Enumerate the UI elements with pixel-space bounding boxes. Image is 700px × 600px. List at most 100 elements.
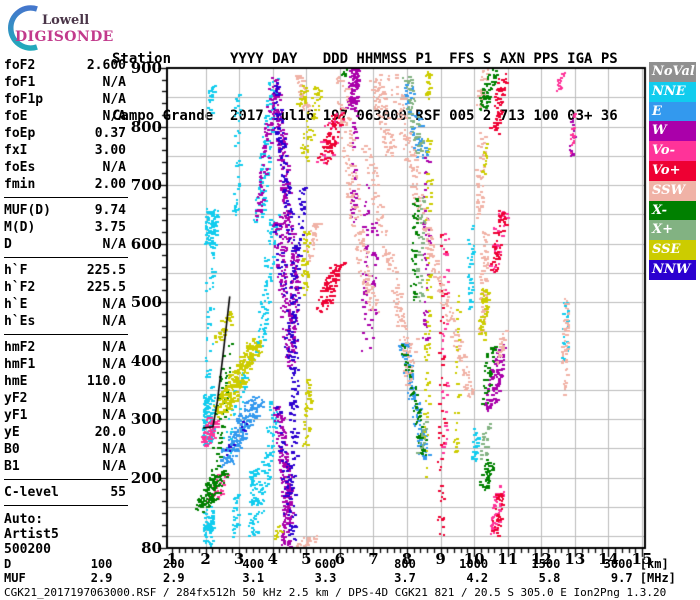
param-value: 3.75 — [94, 220, 126, 235]
param-row: hmE 110.0 — [4, 373, 126, 390]
param-row: MUF(D) 9.74 — [4, 202, 126, 219]
param-row: h`F2 225.5 — [4, 279, 126, 296]
param-label: yE — [4, 425, 20, 440]
param-row: C-level 55 — [4, 484, 126, 501]
param-label: hmE — [4, 374, 28, 389]
lowell-digisonde-logo: Lowell DIGISONDE — [6, 4, 116, 54]
panel-divider — [4, 334, 128, 335]
param-row: foE N/A — [4, 108, 126, 125]
legend-item-nne: NNE — [649, 81, 696, 102]
param-value: 0.37 — [94, 126, 126, 141]
param-value: N/A — [102, 92, 126, 107]
autoscaling-line: Artist5 — [4, 527, 59, 542]
scaled-parameters-panel: foF2 2.600 foF1 N/A foF1p N/A foE N/A foEp 0.37 fx… — [4, 57, 128, 557]
param-label: h`F2 — [4, 280, 36, 295]
param-label: hmF2 — [4, 340, 36, 355]
param-label: foEp — [4, 126, 36, 141]
param-label: B1 — [4, 459, 20, 474]
ionogram-plot-canvas — [130, 56, 700, 560]
param-row: h`E N/A — [4, 296, 126, 313]
legend-item-ssw: SSW — [649, 180, 696, 201]
param-label: foF2 — [4, 58, 36, 73]
param-row: yE 20.0 — [4, 424, 126, 441]
param-value: N/A — [102, 459, 126, 474]
param-row: foF1p N/A — [4, 91, 126, 108]
footer-file-info: CGK21_2017197063000.RSF / 284fx512h 50 k… — [4, 586, 667, 599]
param-row: B0 N/A — [4, 441, 126, 458]
param-value: 225.5 — [86, 280, 126, 295]
param-value: N/A — [102, 408, 126, 423]
panel-divider — [4, 479, 128, 480]
legend-item-x: X+ — [649, 220, 696, 241]
param-value: 55 — [110, 485, 126, 500]
param-value: N/A — [102, 340, 126, 355]
param-value: N/A — [102, 297, 126, 312]
legend-item-noval: NoVal — [649, 62, 696, 82]
param-value: N/A — [102, 357, 126, 372]
legend-item-w: W — [649, 121, 696, 142]
panel-divider — [4, 505, 128, 506]
panel-divider — [4, 257, 128, 258]
legend-item-x: X- — [649, 200, 696, 221]
param-value: N/A — [102, 391, 126, 406]
param-row: M(D) 3.75 — [4, 219, 126, 236]
param-label: foEs — [4, 160, 36, 175]
param-value: 2.600 — [86, 58, 126, 73]
param-value: 110.0 — [86, 374, 126, 389]
param-label: yF2 — [4, 391, 28, 406]
param-row: D N/A — [4, 236, 126, 253]
param-value: N/A — [102, 109, 126, 124]
autoscaling-line: 500200 — [4, 542, 51, 557]
param-label: fmin — [4, 177, 36, 192]
param-row: h`Es N/A — [4, 313, 126, 330]
param-row: B1 N/A — [4, 458, 126, 475]
param-row: hmF2 N/A — [4, 339, 126, 356]
param-row: hmF1 N/A — [4, 356, 126, 373]
param-value: N/A — [102, 75, 126, 90]
param-value: 2.00 — [94, 177, 126, 192]
param-label: h`F — [4, 263, 28, 278]
legend-item-e: E — [649, 101, 696, 122]
param-value: 225.5 — [86, 263, 126, 278]
param-row: foEs N/A — [4, 159, 126, 176]
param-row: h`F 225.5 — [4, 262, 126, 279]
logo-digisonde-text: DIGISONDE — [15, 29, 114, 45]
param-label: foE — [4, 109, 28, 124]
param-label: MUF(D) — [4, 203, 51, 218]
param-value: N/A — [102, 314, 126, 329]
param-label: foF1p — [4, 92, 44, 107]
param-value: N/A — [102, 160, 126, 175]
param-row: yF1 N/A — [4, 407, 126, 424]
logo-lowell-text: Lowell — [42, 13, 90, 28]
param-label: h`Es — [4, 314, 36, 329]
param-row: foF2 2.600 — [4, 57, 126, 74]
param-value: 20.0 — [94, 425, 126, 440]
param-value: N/A — [102, 442, 126, 457]
autoscaling-info: Auto: Artist5 500200 — [4, 512, 126, 557]
param-value: 9.74 — [94, 203, 126, 218]
legend-item-nnw: NNW — [649, 259, 696, 280]
distance-row: D 100 200 400 600 800 1000 1500 3000 [km… — [4, 557, 669, 571]
direction-color-legend: NoVal NNE E W Vo- Vo+ SSW X- X+ SSE NNW — [649, 62, 697, 280]
panel-divider — [4, 197, 128, 198]
legend-item-vo: Vo- — [649, 141, 696, 161]
param-label: M(D) — [4, 220, 36, 235]
param-label: h`E — [4, 297, 28, 312]
param-row: yF2 N/A — [4, 390, 126, 407]
digisonde-ionogram-screen: Lowell DIGISONDE Station YYYY DAY DDD HH… — [0, 0, 700, 600]
param-label: B0 — [4, 442, 20, 457]
param-row: foF1 N/A — [4, 74, 126, 91]
param-row: foEp 0.37 — [4, 125, 126, 142]
muf-row: MUF 2.9 2.9 3.1 3.3 3.7 4.2 5.8 9.7 [MHz… — [4, 571, 676, 585]
param-label: yF1 — [4, 408, 28, 423]
param-value: 3.00 — [94, 143, 126, 158]
param-value: N/A — [102, 237, 126, 252]
autoscaling-line: Auto: — [4, 512, 44, 527]
legend-item-sse: SSE — [649, 240, 696, 260]
param-label: foF1 — [4, 75, 36, 90]
param-row: fxI 3.00 — [4, 142, 126, 159]
param-label: fxI — [4, 143, 28, 158]
param-label: hmF1 — [4, 357, 36, 372]
param-label: C-level — [4, 485, 59, 500]
param-row: fmin 2.00 — [4, 176, 126, 193]
